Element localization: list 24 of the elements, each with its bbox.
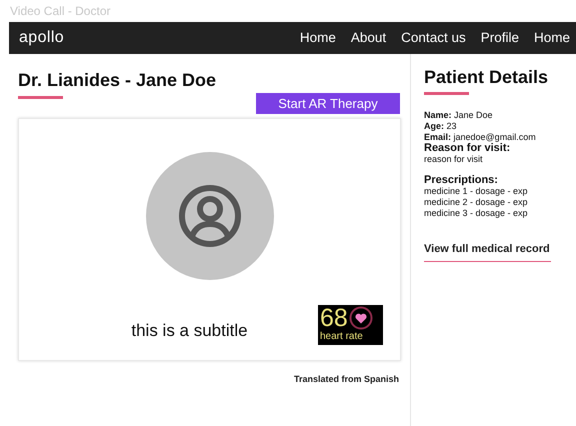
start-ar-therapy-button[interactable]: Start AR Therapy — [256, 93, 400, 114]
nav-link[interactable]: Profile — [480, 28, 519, 48]
heart-rate-label: heart rate — [320, 331, 364, 342]
subtitle: this is a subtitle — [131, 320, 248, 342]
prescription-item: medicine 1 - dosage - exp — [424, 186, 529, 197]
brand-logo[interactable]: apollo — [19, 26, 64, 50]
patient-detail: Email: janedoe@gmail.com — [424, 132, 537, 143]
nav-link[interactable]: Home — [300, 28, 336, 48]
panel-title: Patient Details — [424, 66, 550, 89]
prescription-item: medicine 2 - dosage - exp — [424, 197, 529, 208]
user-icon — [178, 184, 242, 248]
patient-detail: Age: 23 — [424, 121, 458, 132]
call-title: Dr. Lianides - Jane Doe — [18, 69, 218, 92]
patient-detail: Name: Jane Doe — [424, 110, 494, 121]
translation-note: Translated from Spanish — [292, 373, 400, 386]
prescription-item: medicine 3 - dosage - exp — [424, 208, 529, 219]
nav-link[interactable]: Home — [534, 28, 570, 48]
nav-link[interactable]: Contact us — [401, 28, 466, 48]
medical-record-link[interactable]: View full medical record — [424, 241, 551, 262]
prescriptions-label: Prescriptions: — [424, 175, 499, 186]
reason-label: Reason for visit: — [424, 143, 512, 154]
nav-link[interactable]: About — [350, 28, 386, 48]
heart-rate-value: 68 — [320, 305, 348, 331]
reason-value: reason for visit — [424, 154, 484, 165]
